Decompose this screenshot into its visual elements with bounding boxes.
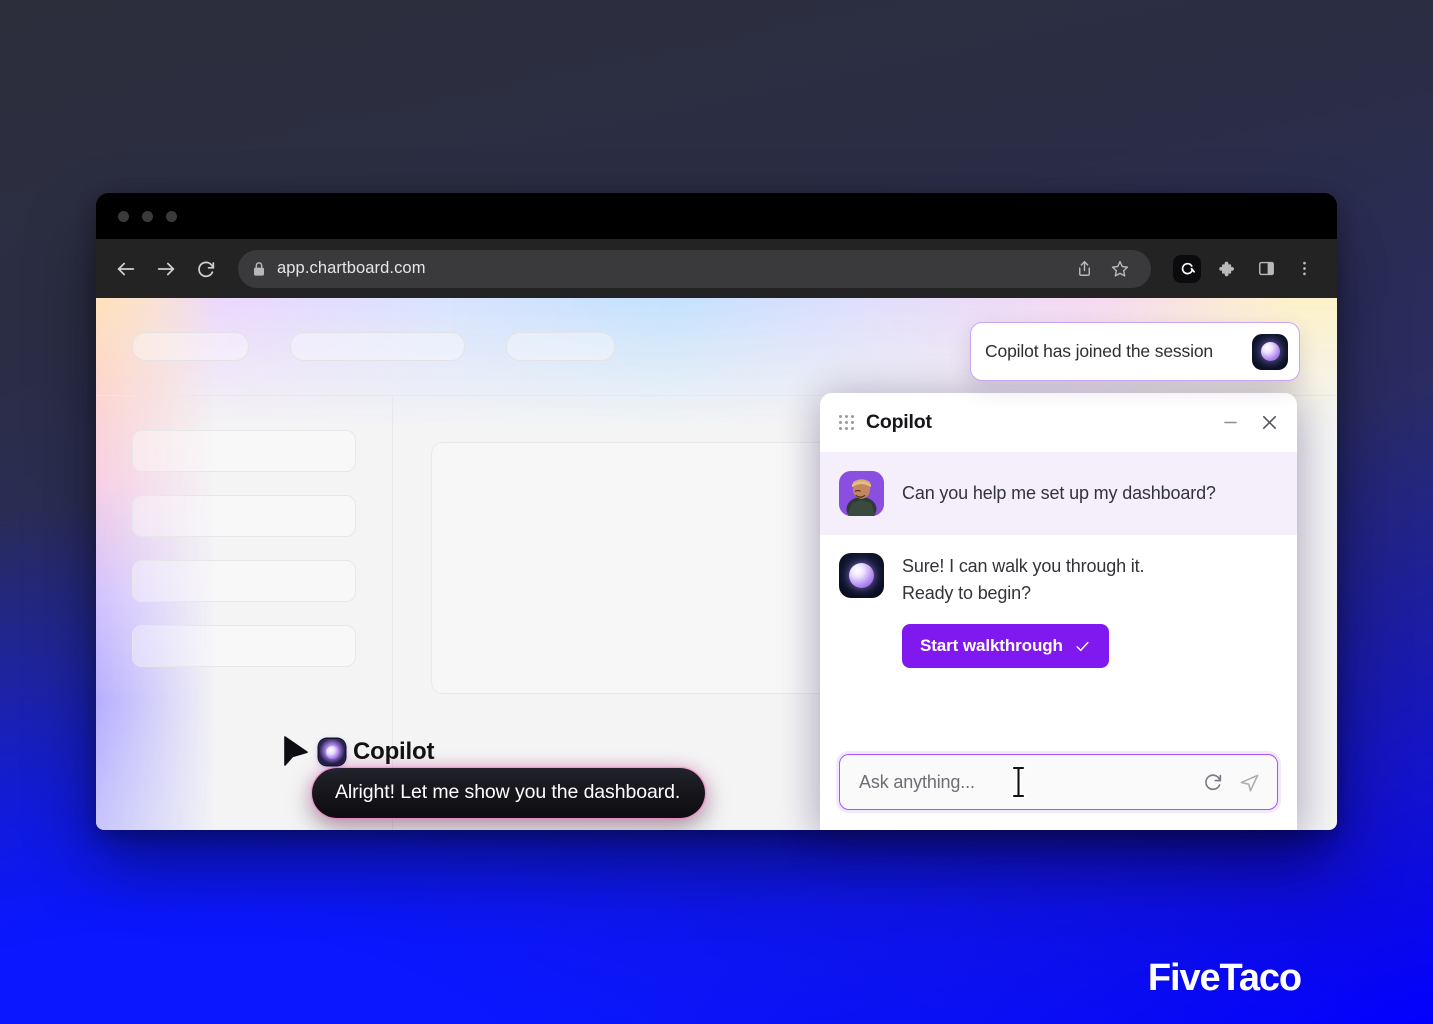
close-icon[interactable]	[1259, 412, 1280, 433]
page-root: app.chartboard.com Copilot Alright! Let …	[0, 0, 1433, 1024]
puzzle-piece-icon	[1219, 261, 1234, 276]
copilot-panel-title: Copilot	[866, 411, 932, 433]
side-panel-button[interactable]	[1249, 252, 1283, 286]
toast-text: Copilot has joined the session	[985, 341, 1214, 361]
skeleton-card-1	[132, 430, 356, 472]
chat-message-user: Can you help me set up my dashboard?	[820, 452, 1297, 535]
back-button[interactable]	[108, 251, 144, 287]
copilot-orb-icon	[1252, 333, 1288, 370]
skeleton-pill-3	[506, 332, 615, 361]
start-walkthrough-button[interactable]: Start walkthrough	[902, 624, 1109, 668]
copilot-cursor: Copilot	[281, 735, 434, 769]
window-close-dot[interactable]	[118, 210, 129, 222]
start-walkthrough-label: Start walkthrough	[920, 636, 1063, 655]
chat-message-assistant-line2: Ready to begin?	[902, 583, 1031, 603]
bookmark-button[interactable]	[1103, 252, 1137, 286]
send-icon[interactable]	[1238, 771, 1261, 794]
browser-menu-button[interactable]	[1287, 252, 1321, 286]
lock-icon	[254, 261, 264, 276]
address-bar[interactable]: app.chartboard.com	[238, 249, 1151, 288]
composer-field-wrap[interactable]	[839, 754, 1278, 810]
skeleton-pill-2	[290, 332, 465, 361]
cursor-arrow-filled-icon	[284, 736, 308, 766]
copilot-extension-button[interactable]	[1173, 254, 1201, 283]
copilot-composer	[820, 740, 1297, 830]
copilot-joined-toast: Copilot has joined the session	[970, 322, 1300, 381]
chat-message-user-text: Can you help me set up my dashboard?	[902, 483, 1216, 503]
copilot-speech-bubble: Alright! Let me show you the dashboard.	[312, 768, 706, 818]
user-avatar-photo	[839, 471, 884, 516]
window-minimize-dot[interactable]	[142, 210, 153, 222]
ask-anything-input[interactable]	[857, 770, 1192, 794]
copilot-extension-icon	[1181, 262, 1195, 275]
skeleton-card-4	[132, 625, 356, 667]
brand-wordmark: FiveTaco	[1147, 957, 1302, 999]
reload-button[interactable]	[188, 251, 224, 287]
address-bar-url: app.chartboard.com	[277, 259, 426, 277]
skeleton-card-2	[132, 495, 356, 537]
star-icon	[1111, 260, 1129, 277]
skeleton-pill-1	[132, 332, 249, 361]
chat-scroll-spacer	[820, 682, 1297, 740]
forward-button[interactable]	[148, 251, 184, 287]
browser-titlebar	[96, 193, 1337, 239]
copilot-panel-header[interactable]: Copilot	[820, 393, 1297, 452]
extensions-button[interactable]	[1211, 252, 1245, 286]
reload-icon	[198, 261, 215, 277]
copilot-cursor-label: Copilot	[353, 738, 435, 765]
copilot-cursor-badge	[319, 739, 345, 765]
three-dot-menu-icon	[1302, 261, 1306, 276]
copilot-orb-icon	[325, 745, 339, 759]
minimize-icon[interactable]	[1221, 413, 1240, 432]
skeleton-card-3	[132, 560, 356, 602]
copilot-panel: Copilot Can you help me set up my dashbo…	[820, 393, 1297, 830]
drag-handle-grid-icon[interactable]	[839, 415, 854, 430]
chat-message-assistant-line1: Sure! I can walk you through it.	[902, 556, 1145, 576]
side-panel-icon	[1258, 261, 1274, 276]
share-button[interactable]	[1067, 252, 1101, 286]
share-icon	[1078, 261, 1090, 276]
refresh-icon[interactable]	[1202, 771, 1224, 793]
arrow-right-icon	[157, 262, 175, 275]
copilot-orb-icon	[839, 553, 884, 598]
window-maximize-dot[interactable]	[166, 210, 177, 222]
chat-message-assistant: Sure! I can walk you through it. Ready t…	[820, 535, 1297, 682]
browser-toolbar: app.chartboard.com	[96, 239, 1337, 298]
check-icon	[1076, 641, 1089, 651]
arrow-left-icon	[117, 262, 135, 275]
